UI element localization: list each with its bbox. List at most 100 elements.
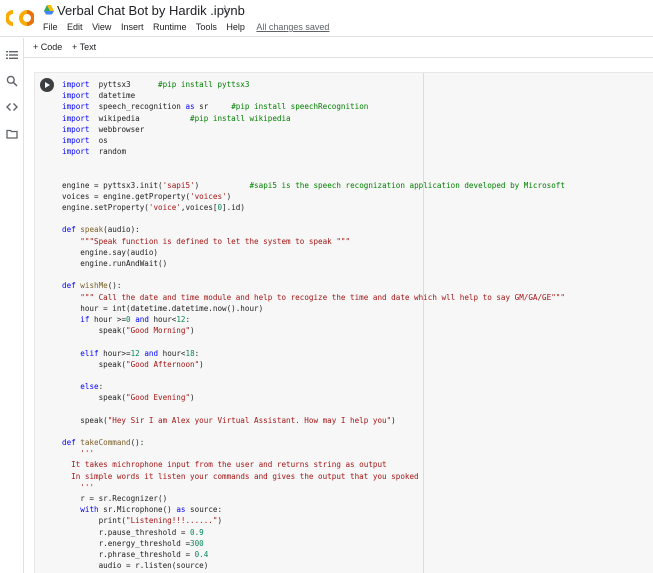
code-line[interactable]: import pyttsx3 #pip install pyttsx3 [62,79,565,90]
code-line[interactable] [62,157,565,168]
code-token: #pip install speechRecognition [231,102,369,112]
code-token: speak( [62,393,127,403]
code-token: voices = engine.getProperty( [62,191,191,201]
code-token: engine.say(audio) [62,247,159,257]
code-line[interactable] [62,336,565,347]
code-line[interactable]: r.energy_threshold =300 [62,538,565,549]
code-token: import [62,147,90,157]
code-line[interactable] [62,169,565,180]
code-token: "Good Afternoon" [126,359,200,369]
menu-help[interactable]: Help [226,22,245,32]
code-token: with [80,505,99,515]
code-line[interactable]: import wikipedia #pip install wikipedia [62,113,565,124]
add-text-button[interactable]: + Text [72,42,96,52]
code-line[interactable]: import os [62,135,565,146]
menu-edit[interactable]: Edit [67,22,83,32]
code-token: "Good Evening" [126,393,191,403]
code-line[interactable]: voices = engine.getProperty('voices') [62,191,565,202]
menu-file[interactable]: File [43,22,58,32]
save-status-link[interactable]: All changes saved [256,22,329,32]
code-token: speak( [62,326,127,336]
menu-view[interactable]: View [92,22,111,32]
code-editor[interactable]: import pyttsx3 #pip install pyttsx3 impor… [62,79,565,571]
code-token: as [185,102,195,112]
code-line[interactable] [62,426,565,437]
code-line[interactable]: r.pause_threshold = 0.9 [62,527,565,538]
colab-logo-icon[interactable] [6,7,34,29]
code-line[interactable]: engine.setProperty('voice',voices[0].id) [62,202,565,213]
folder-icon[interactable] [6,128,18,140]
code-token: #pip install wikipedia [190,113,291,123]
add-code-button[interactable]: + Code [33,42,62,52]
code-line[interactable]: It takes michrophone input from the user… [62,459,565,470]
code-line[interactable]: import webbrowser [62,124,565,135]
code-line[interactable]: engine.say(audio) [62,247,565,258]
code-token: (): [107,281,122,291]
code-token: sr.Microphone() [98,505,177,515]
code-line[interactable]: speak("Hey Sir I am Alex your Virtual As… [62,415,565,426]
code-line[interactable]: """Speak function is defined to let the … [62,236,565,247]
code-line[interactable]: import random [62,146,565,157]
code-line[interactable] [62,403,565,414]
menu-insert[interactable]: Insert [121,22,144,32]
code-token: and [135,314,149,324]
code-token: r.phrase_threshold = [62,549,195,559]
code-token: speech_recognition [89,102,186,112]
code-line[interactable]: def wishMe(): [62,280,565,291]
drive-icon [44,5,54,15]
code-line[interactable]: engine = pyttsx3.init('sapi5') #sapi5 is… [62,180,565,191]
code-line[interactable]: r.phrase_threshold = 0.4 [62,549,565,560]
code-token: ) [199,359,204,369]
list-icon[interactable] [6,49,18,61]
code-line[interactable]: def takeCommand(): [62,437,565,448]
code-line[interactable]: speak("Good Afternoon") [62,359,565,370]
code-line[interactable]: hour = int(datetime.datetime.now().hour) [62,303,565,314]
code-token: import [62,124,90,134]
code-line[interactable]: audio = r.listen(source) [62,560,565,571]
code-line[interactable]: engine.runAndWait() [62,258,565,269]
code-line[interactable] [62,269,565,280]
code-line[interactable]: """ Call the date and time module and he… [62,292,565,303]
code-token: import [62,113,90,123]
menu-tools[interactable]: Tools [196,22,217,32]
code-line[interactable]: import speech_recognition as sr #pip ins… [62,101,565,112]
code-token: import [62,135,90,145]
code-line[interactable]: In simple words it listen your commands … [62,471,565,482]
code-line[interactable] [62,213,565,224]
code-line[interactable]: print("Listening!!!......") [62,515,565,526]
code-line[interactable]: speak("Good Evening") [62,392,565,403]
code-token: (audio): [103,225,140,235]
code-token: engine = pyttsx3.init( [62,180,163,190]
code-line[interactable]: ''' [62,448,565,459]
code-token: and [144,348,159,358]
notebook-title[interactable]: Verbal Chat Bot by Hardik .ipynb [57,3,245,18]
code-line[interactable]: speak("Good Morning") [62,325,565,336]
code-line[interactable]: else: [62,381,565,392]
search-icon[interactable] [6,75,18,87]
code-line[interactable]: with sr.Microphone() as source: [62,504,565,515]
code-token: hour< [148,314,177,324]
code-line[interactable]: elif hour>=12 and hour<18: [62,348,565,359]
code-token: wikipedia [89,113,191,123]
code-token: ) [190,326,195,336]
code-token: r = sr.Recognizer() [62,493,168,503]
code-icon[interactable] [6,101,18,113]
code-line[interactable]: ''' [62,482,565,493]
star-icon[interactable]: ☆ [219,2,231,18]
code-token: #sapi5 is the speech recognization appli… [249,180,565,190]
left-rail [0,38,24,573]
menu-runtime[interactable]: Runtime [153,22,187,32]
code-line[interactable]: def speak(audio): [62,224,565,235]
code-line[interactable]: r = sr.Recognizer() [62,493,565,504]
run-cell-button[interactable] [40,78,54,92]
code-line[interactable] [62,370,565,381]
code-line[interactable]: if hour >=0 and hour<12: [62,314,565,325]
code-line[interactable]: import datetime [62,90,565,101]
code-token: print( [62,516,127,526]
